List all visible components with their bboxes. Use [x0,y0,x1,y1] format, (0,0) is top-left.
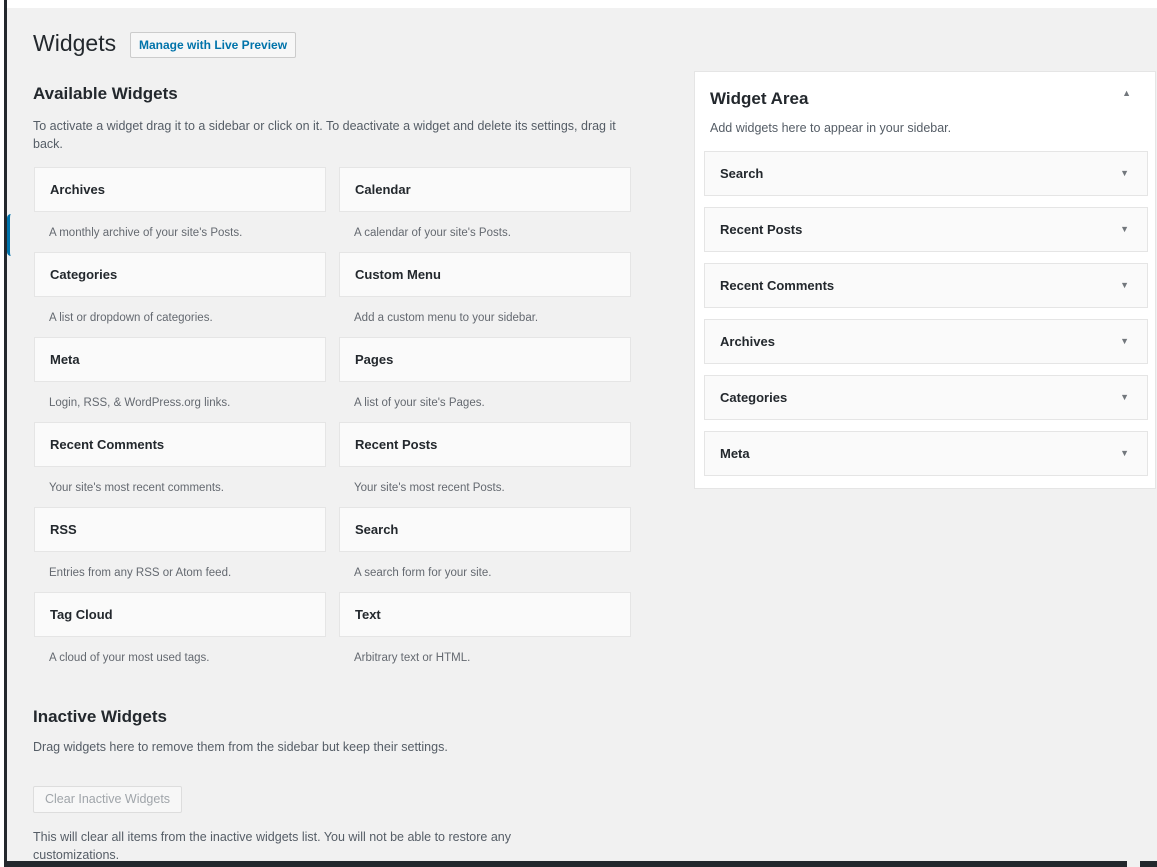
triangle-down-icon[interactable]: ▼ [1120,264,1129,307]
triangle-down-icon[interactable]: ▼ [1120,208,1129,251]
bottom-edge [7,861,1127,867]
widget-area-item-label: Meta [720,446,750,461]
widget-area-item-archives[interactable]: Archives ▼ [704,319,1148,364]
widget-area-item-recent-comments[interactable]: Recent Comments ▼ [704,263,1148,308]
widget-area-item-label: Categories [720,390,788,405]
widget-categories-desc: A list or dropdown of categories. [49,312,213,324]
widget-rss-desc: Entries from any RSS or Atom feed. [49,567,232,579]
widget-text-desc: Arbitrary text or HTML. [354,652,471,664]
widget-recent-comments-desc: Your site's most recent comments. [49,482,224,494]
widget-archives-desc: A monthly archive of your site's Posts. [49,227,243,239]
widget-area-title[interactable]: Widget Area [710,89,808,109]
widget-area-item-recent-posts[interactable]: Recent Posts ▼ [704,207,1148,252]
bottom-edge-right [1140,861,1157,867]
widget-tag-cloud[interactable]: Tag Cloud [34,592,326,637]
widget-categories[interactable]: Categories [34,252,326,297]
widget-custom-menu-desc: Add a custom menu to your sidebar. [354,312,539,324]
available-widgets-heading: Available Widgets [33,84,178,103]
widget-meta-desc: Login, RSS, & WordPress.org links. [49,397,231,409]
widget-area-item-categories[interactable]: Categories ▼ [704,375,1148,420]
triangle-down-icon[interactable]: ▼ [1120,320,1129,363]
widget-calendar[interactable]: Calendar [339,167,631,212]
triangle-down-icon[interactable]: ▼ [1120,432,1129,475]
widget-area-item-label: Archives [720,334,775,349]
inactive-widgets-heading: Inactive Widgets [33,707,167,726]
page-title: Widgets [33,30,117,56]
widget-area-item-label: Recent Posts [720,222,803,237]
widget-area-panel: Widget Area ▲ Add widgets here to appear… [694,71,1156,489]
widget-area-item-label: Search [720,166,764,181]
widget-area-item-label: Recent Comments [720,278,835,293]
widget-recent-posts[interactable]: Recent Posts [339,422,631,467]
widget-text[interactable]: Text [339,592,631,637]
admin-sidebar-edge [0,0,7,867]
widget-area-item-search[interactable]: Search ▼ [704,151,1148,196]
widget-rss[interactable]: RSS [34,507,326,552]
widget-recent-posts-desc: Your site's most recent Posts. [354,482,505,494]
top-strip [7,0,1157,8]
widget-search-desc: A search form for your site. [354,567,492,579]
widget-search[interactable]: Search [339,507,631,552]
manage-live-preview-button[interactable]: Manage with Live Preview [130,32,297,58]
available-widgets-description: To activate a widget drag it to a sideba… [33,119,616,151]
clear-inactive-note: This will clear all items from the inact… [33,830,511,862]
widget-area-description: Add widgets here to appear in your sideb… [710,121,952,135]
widget-custom-menu[interactable]: Custom Menu [339,252,631,297]
widget-pages[interactable]: Pages [339,337,631,382]
widget-area-item-meta[interactable]: Meta ▼ [704,431,1148,476]
triangle-down-icon[interactable]: ▼ [1120,376,1129,419]
triangle-up-icon[interactable]: ▲ [1122,88,1131,98]
triangle-down-icon[interactable]: ▼ [1120,152,1129,195]
widget-archives[interactable]: Archives [34,167,326,212]
widget-pages-desc: A list of your site's Pages. [354,397,485,409]
sidebar-collapse-handle[interactable] [7,214,11,256]
widget-tag-cloud-desc: A cloud of your most used tags. [49,652,210,664]
widget-calendar-desc: A calendar of your site's Posts. [354,227,511,239]
widget-meta[interactable]: Meta [34,337,326,382]
clear-inactive-widgets-button[interactable]: Clear Inactive Widgets [33,786,183,813]
widget-recent-comments[interactable]: Recent Comments [34,422,326,467]
inactive-widgets-description: Drag widgets here to remove them from th… [33,740,448,754]
